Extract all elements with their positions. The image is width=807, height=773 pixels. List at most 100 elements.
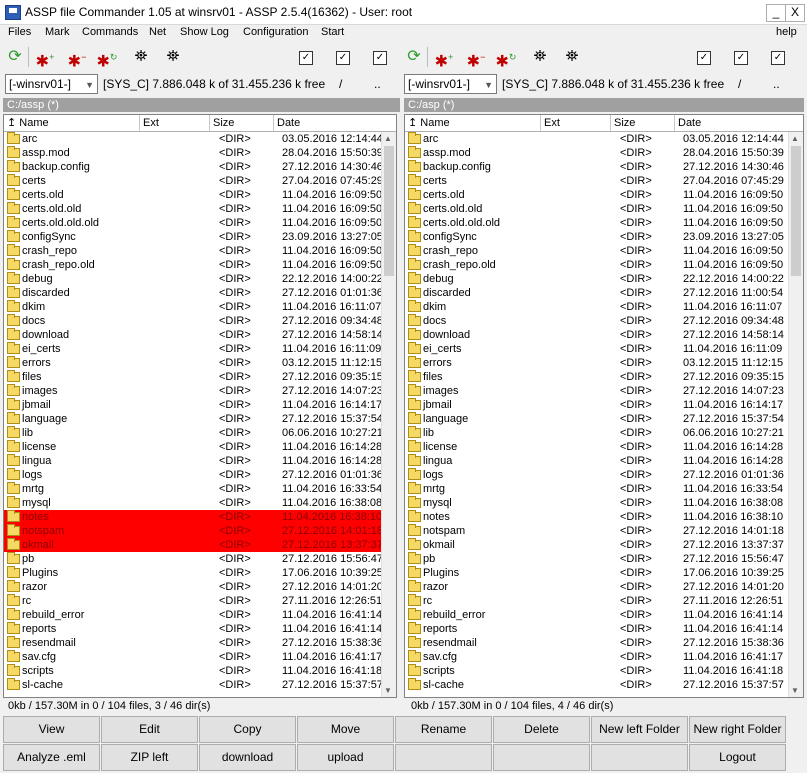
option-check-5[interactable]: ✓ bbox=[734, 51, 748, 65]
move-button[interactable]: Move bbox=[297, 716, 394, 743]
empty-button-2[interactable] bbox=[493, 744, 590, 771]
find-all-icon[interactable]: ⛯ bbox=[561, 46, 583, 68]
column-ext[interactable]: Ext bbox=[541, 115, 611, 131]
file-row[interactable]: crash_repo <DIR> 11.04.2016 16:09:50 bbox=[405, 244, 791, 258]
file-row[interactable]: reports <DIR> 11.04.2016 16:41:14 bbox=[4, 622, 384, 636]
file-row[interactable]: crash_repo.old <DIR> 11.04.2016 16:09:50 bbox=[405, 258, 791, 272]
left-file-panel[interactable]: ↥ Name Ext Size Date arc <DIR> 03.05.2016 … bbox=[3, 114, 397, 698]
file-row[interactable]: files <DIR> 27.12.2016 09:35:15 bbox=[4, 370, 384, 384]
find-icon[interactable]: ⛯ bbox=[130, 46, 152, 68]
file-row[interactable]: arc <DIR> 03.05.2016 12:14:44 bbox=[4, 132, 384, 146]
refresh-icon[interactable]: ⟳ bbox=[4, 46, 26, 68]
upload-button[interactable]: upload bbox=[297, 744, 394, 771]
option-check-1[interactable]: ✓ bbox=[299, 51, 313, 65]
option-check-3[interactable]: ✓ bbox=[373, 51, 387, 65]
file-row-selected[interactable]: okmail <DIR> 27.12.2016 13:37:37 bbox=[4, 538, 384, 552]
file-row[interactable]: notspam <DIR> 27.12.2016 14:01:18 bbox=[405, 524, 791, 538]
file-row[interactable]: debug <DIR> 22.12.2016 14:00:22 bbox=[4, 272, 384, 286]
file-row[interactable]: razor <DIR> 27.12.2016 14:01:20 bbox=[405, 580, 791, 594]
close-button[interactable]: X bbox=[785, 4, 805, 22]
file-row[interactable]: images <DIR> 27.12.2016 14:07:23 bbox=[405, 384, 791, 398]
left-up-button[interactable]: .. bbox=[374, 77, 381, 91]
logout-button[interactable]: Logout bbox=[689, 744, 786, 771]
file-row[interactable]: arc <DIR> 03.05.2016 12:14:44 bbox=[405, 132, 791, 146]
file-row[interactable]: certs.old <DIR> 11.04.2016 16:09:50 bbox=[405, 188, 791, 202]
scroll-up-icon[interactable]: ▲ bbox=[384, 134, 392, 143]
scroll-thumb[interactable] bbox=[384, 146, 394, 276]
right-scrollbar[interactable]: ▲ ▼ bbox=[788, 132, 803, 697]
right-drive-select[interactable]: [-winsrv01-] ▼ bbox=[404, 74, 497, 94]
file-row[interactable]: configSync <DIR> 23.09.2016 13:27:05 bbox=[4, 230, 384, 244]
file-row[interactable]: lingua <DIR> 11.04.2016 16:14:28 bbox=[405, 454, 791, 468]
file-row[interactable]: jbmail <DIR> 11.04.2016 16:14:17 bbox=[405, 398, 791, 412]
delete-button[interactable]: Delete bbox=[493, 716, 590, 743]
file-row[interactable]: okmail <DIR> 27.12.2016 13:37:37 bbox=[405, 538, 791, 552]
zip-left-button[interactable]: ZIP left bbox=[101, 744, 198, 771]
file-row[interactable]: Plugins <DIR> 17.06.2016 10:39:25 bbox=[405, 566, 791, 580]
column-name[interactable]: ↥ Name bbox=[405, 115, 541, 131]
file-row[interactable]: rc <DIR> 27.11.2016 12:26:51 bbox=[4, 594, 384, 608]
file-row[interactable]: download <DIR> 27.12.2016 14:58:14 bbox=[4, 328, 384, 342]
file-row[interactable]: download <DIR> 27.12.2016 14:58:14 bbox=[405, 328, 791, 342]
file-row[interactable]: resendmail <DIR> 27.12.2016 15:38:36 bbox=[405, 636, 791, 650]
find-all-icon[interactable]: ⛯ bbox=[162, 46, 184, 68]
mark-invert-icon[interactable]: ✱↻ bbox=[495, 46, 517, 70]
column-size[interactable]: Size bbox=[210, 115, 274, 131]
new-right-folder-button[interactable]: New right Folder bbox=[689, 716, 786, 743]
mark-add-icon[interactable]: ✱+ bbox=[34, 46, 56, 70]
file-row[interactable]: files <DIR> 27.12.2016 09:35:15 bbox=[405, 370, 791, 384]
file-row[interactable]: certs.old.old.old <DIR> 11.04.2016 16:09:5… bbox=[405, 216, 791, 230]
right-file-panel[interactable]: ↥ Name Ext Size Date arc <DIR> 03.05.2016 … bbox=[404, 114, 804, 698]
empty-button-1[interactable] bbox=[395, 744, 492, 771]
file-row[interactable]: certs <DIR> 27.04.2016 07:45:29 bbox=[405, 174, 791, 188]
file-row[interactable]: lib <DIR> 06.06.2016 10:27:21 bbox=[4, 426, 384, 440]
file-row[interactable]: sl-cache <DIR> 27.12.2016 15:37:57 bbox=[4, 678, 384, 692]
right-up-button[interactable]: .. bbox=[773, 77, 780, 91]
copy-button[interactable]: Copy bbox=[199, 716, 296, 743]
file-row[interactable]: assp.mod <DIR> 28.04.2016 15:50:39 bbox=[405, 146, 791, 160]
scroll-thumb[interactable] bbox=[791, 146, 801, 276]
minimize-button[interactable]: _ bbox=[766, 4, 786, 22]
file-row[interactable]: images <DIR> 27.12.2016 14:07:23 bbox=[4, 384, 384, 398]
file-row[interactable]: lib <DIR> 06.06.2016 10:27:21 bbox=[405, 426, 791, 440]
file-row[interactable]: language <DIR> 27.12.2016 15:37:54 bbox=[405, 412, 791, 426]
file-row[interactable]: razor <DIR> 27.12.2016 14:01:20 bbox=[4, 580, 384, 594]
file-row[interactable]: sav.cfg <DIR> 11.04.2016 16:41:17 bbox=[4, 650, 384, 664]
scroll-down-icon[interactable]: ▼ bbox=[384, 686, 392, 695]
rename-button[interactable]: Rename bbox=[395, 716, 492, 743]
file-row[interactable]: configSync <DIR> 23.09.2016 13:27:05 bbox=[405, 230, 791, 244]
file-row[interactable]: assp.mod <DIR> 28.04.2016 15:50:39 bbox=[4, 146, 384, 160]
menu-files[interactable]: Files bbox=[8, 26, 31, 38]
file-row[interactable]: errors <DIR> 03.12.2015 11:12:15 bbox=[405, 356, 791, 370]
file-row[interactable]: ei_certs <DIR> 11.04.2016 16:11:09 bbox=[405, 342, 791, 356]
download-button[interactable]: download bbox=[199, 744, 296, 771]
file-row[interactable]: mrtg <DIR> 11.04.2016 16:33:54 bbox=[4, 482, 384, 496]
column-date[interactable]: Date bbox=[675, 115, 803, 131]
mark-remove-icon[interactable]: ✱− bbox=[66, 46, 88, 70]
file-row[interactable]: reports <DIR> 11.04.2016 16:41:14 bbox=[405, 622, 791, 636]
scroll-up-icon[interactable]: ▲ bbox=[791, 134, 799, 143]
file-row[interactable]: license <DIR> 11.04.2016 16:14:28 bbox=[4, 440, 384, 454]
file-row[interactable]: crash_repo <DIR> 11.04.2016 16:09:50 bbox=[4, 244, 384, 258]
menu-configuration[interactable]: Configuration bbox=[243, 26, 308, 38]
file-row[interactable]: dkim <DIR> 11.04.2016 16:11:07 bbox=[405, 300, 791, 314]
view-button[interactable]: View bbox=[3, 716, 100, 743]
right-root-button[interactable]: / bbox=[738, 77, 741, 91]
column-name[interactable]: ↥ Name bbox=[4, 115, 140, 131]
file-row[interactable]: errors <DIR> 03.12.2015 11:12:15 bbox=[4, 356, 384, 370]
column-ext[interactable]: Ext bbox=[140, 115, 210, 131]
menu-help[interactable]: help bbox=[776, 26, 797, 38]
mark-add-icon[interactable]: ✱+ bbox=[433, 46, 455, 70]
file-row[interactable]: dkim <DIR> 11.04.2016 16:11:07 bbox=[4, 300, 384, 314]
file-row[interactable]: rebuild_error <DIR> 11.04.2016 16:41:14 bbox=[4, 608, 384, 622]
file-row[interactable]: ei_certs <DIR> 11.04.2016 16:11:09 bbox=[4, 342, 384, 356]
refresh-icon[interactable]: ⟳ bbox=[403, 46, 425, 68]
empty-button-3[interactable] bbox=[591, 744, 688, 771]
mark-invert-icon[interactable]: ✱↻ bbox=[96, 46, 118, 70]
file-row[interactable]: backup.config <DIR> 27.12.2016 14:30:46 bbox=[4, 160, 384, 174]
file-row[interactable]: debug <DIR> 22.12.2016 14:00:22 bbox=[405, 272, 791, 286]
file-row[interactable]: certs.old.old.old <DIR> 11.04.2016 16:09:5… bbox=[4, 216, 384, 230]
find-icon[interactable]: ⛯ bbox=[529, 46, 551, 68]
scroll-down-icon[interactable]: ▼ bbox=[791, 686, 799, 695]
option-check-6[interactable]: ✓ bbox=[771, 51, 785, 65]
